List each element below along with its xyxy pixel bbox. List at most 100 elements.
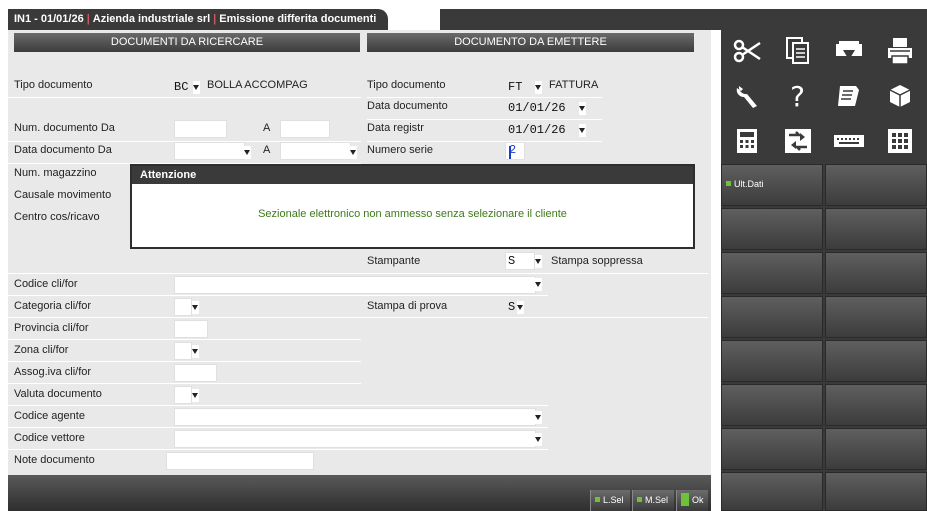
package-icon[interactable] [874, 75, 925, 117]
ult-dati-label: Ult.Dati [734, 179, 764, 189]
data-documento-right-dropdown[interactable] [579, 102, 586, 115]
data-documento-from-input[interactable] [174, 142, 245, 160]
label-num-magazzino: Num. magazzino [14, 167, 97, 179]
data-registr-dropdown[interactable] [579, 124, 586, 137]
label-num-documento: Num. documento Da [14, 122, 115, 134]
dialog-title: Attenzione [132, 166, 693, 184]
num-documento-from-input[interactable] [174, 120, 227, 138]
scissors-icon[interactable] [721, 30, 772, 72]
codice-vettore-input[interactable] [174, 430, 536, 448]
ult-dati-button[interactable]: Ult.Dati [721, 164, 823, 206]
data-documento-to-input[interactable] [280, 142, 351, 160]
msel-button[interactable]: M.Sel [632, 490, 674, 511]
function-key-button[interactable] [825, 428, 927, 470]
row-divider [367, 119, 602, 120]
swap-arrows-icon[interactable] [772, 120, 823, 162]
stampante-dropdown[interactable] [535, 255, 542, 268]
command-sidebar: ? Ult.Dati [721, 30, 927, 511]
codice-agente-input[interactable] [174, 408, 536, 426]
label-data-registr: Data registr [367, 122, 424, 134]
data-documento-to-dropdown[interactable] [350, 146, 357, 159]
tipo-documento-left-code[interactable]: BC [174, 80, 188, 94]
stampa-prova-value[interactable]: S [508, 300, 515, 314]
stampante-value[interactable]: S [508, 254, 515, 268]
label-codice-clifor: Codice cli/for [14, 278, 78, 290]
printer-tray-icon[interactable] [823, 30, 874, 72]
row-divider [8, 339, 361, 340]
label-data-documento-a: A [263, 144, 271, 156]
stampa-prova-dropdown[interactable] [517, 301, 524, 314]
status-indicator-icon [681, 493, 689, 506]
label-zona-clifor: Zona cli/for [14, 344, 69, 356]
codice-agente-dropdown[interactable] [535, 411, 542, 424]
function-key-button[interactable] [825, 472, 927, 511]
provincia-clifor-input[interactable] [174, 320, 208, 338]
function-key-button[interactable] [721, 472, 823, 511]
label-provincia-clifor: Provincia cli/for [14, 322, 89, 334]
keyboard-icon[interactable] [823, 120, 874, 162]
function-key-button[interactable] [825, 340, 927, 382]
function-key-button[interactable] [721, 340, 823, 382]
row-divider [8, 383, 361, 384]
row-divider [8, 449, 548, 450]
note-documento-input[interactable] [166, 452, 314, 470]
dialog-message: Sezionale elettronico non ammesso senza … [258, 208, 567, 220]
function-key-button[interactable] [721, 428, 823, 470]
row-divider [8, 427, 548, 428]
function-key-button[interactable] [721, 296, 823, 338]
categoria-clifor-input[interactable] [174, 298, 192, 316]
label-num-documento-a: A [263, 122, 271, 134]
label-tipo-documento-left: Tipo documento [14, 79, 93, 91]
categoria-clifor-dropdown[interactable] [192, 301, 199, 314]
function-key-button[interactable] [825, 208, 927, 250]
title-bar [440, 9, 927, 30]
codice-clifor-dropdown[interactable] [535, 278, 542, 291]
zona-clifor-dropdown[interactable] [192, 345, 199, 358]
function-key-button[interactable] [721, 384, 823, 426]
function-key-button[interactable] [825, 252, 927, 294]
num-documento-to-input[interactable] [280, 120, 330, 138]
zona-clifor-input[interactable] [174, 342, 192, 360]
function-key-button[interactable] [721, 252, 823, 294]
label-data-documento-right: Data documento [367, 100, 448, 112]
label-causale-movimento: Causale movimento [14, 189, 112, 201]
row-divider [8, 405, 548, 406]
tipo-documento-right-code[interactable]: FT [508, 80, 522, 94]
tipo-documento-right-dropdown[interactable] [535, 81, 542, 94]
function-key-button[interactable] [825, 164, 927, 206]
form-panel: DOCUMENTI DA RICERCARE DOCUMENTO DA EMET… [8, 30, 711, 511]
msel-label: M.Sel [645, 495, 669, 505]
grid-icon[interactable] [874, 120, 925, 162]
title-code: IN1 - 01/01/26 [14, 13, 84, 25]
wrench-icon[interactable] [721, 75, 772, 117]
notepad-icon[interactable] [823, 75, 874, 117]
function-key-button[interactable] [825, 384, 927, 426]
codice-vettore-dropdown[interactable] [535, 433, 542, 446]
function-key-button[interactable] [721, 208, 823, 250]
valuta-documento-dropdown[interactable] [192, 389, 199, 402]
data-registr-value[interactable]: 01/01/26 [508, 123, 566, 137]
tipo-documento-left-dropdown[interactable] [193, 81, 200, 94]
label-valuta-documento: Valuta documento [14, 388, 102, 400]
copy-icon[interactable] [772, 30, 823, 72]
function-key-button[interactable] [825, 296, 927, 338]
label-assog-iva: Assog.iva cli/for [14, 366, 92, 378]
data-documento-right-value[interactable]: 01/01/26 [508, 101, 566, 115]
help-icon[interactable]: ? [772, 75, 823, 117]
label-note-documento: Note documento [14, 454, 95, 466]
printer-icon[interactable] [874, 30, 925, 72]
row-divider [8, 361, 361, 362]
label-centro-cos-ricavo: Centro cos/ricavo [14, 211, 100, 223]
lsel-button[interactable]: L.Sel [590, 490, 630, 511]
valuta-documento-input[interactable] [174, 386, 192, 404]
data-documento-from-dropdown[interactable] [244, 146, 251, 159]
title-company: Azienda industriale srl [92, 13, 211, 25]
label-categoria-clifor: Categoria cli/for [14, 300, 92, 312]
ok-button[interactable]: Ok [676, 490, 708, 511]
section-header-emettere: DOCUMENTO DA EMETTERE [367, 33, 694, 52]
stampante-description: Stampa soppressa [551, 255, 643, 267]
calculator-icon[interactable] [721, 120, 772, 162]
codice-clifor-input[interactable] [174, 276, 536, 294]
assog-iva-input[interactable] [174, 364, 217, 382]
label-codice-vettore: Codice vettore [14, 432, 85, 444]
